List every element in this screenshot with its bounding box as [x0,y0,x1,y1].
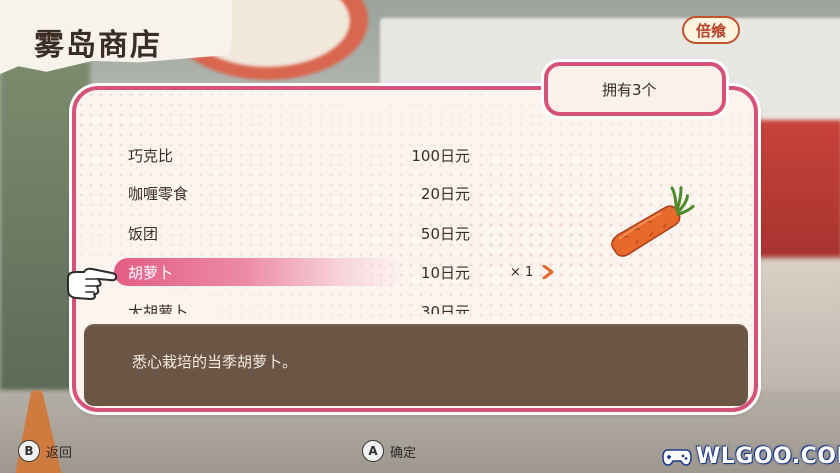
owned-count-tab: 拥有3个 [544,62,726,116]
background-stand [752,120,840,390]
hand-pointer-icon [67,267,118,300]
back-control[interactable]: B 返回 [18,440,72,462]
item-name: 巧克比 [128,146,174,165]
item-price: 100日元 [411,146,470,165]
carrot-icon [611,186,695,257]
item-list: 巧克比 100日元 咖喱零食 20日元 饭团 50日元 胡萝卜 10日元 × 1… [112,136,582,314]
confirm-control[interactable]: A 确定 [362,440,416,462]
item-price: 30日元 [420,302,470,315]
list-item-curry-snack[interactable]: 咖喱零食 20日元 [112,178,582,208]
list-item-big-carrot[interactable]: 大胡萝卜 30日元 [112,296,582,315]
watermark: WLGOO.COM [662,444,840,469]
item-price: 20日元 [420,184,470,203]
list-item-carrot[interactable]: 胡萝卜 10日元 × 1 [112,257,582,287]
confirm-label: 确定 [390,445,417,461]
item-price: 10日元 [420,263,470,282]
back-label: 返回 [46,445,73,461]
item-name: 胡萝卜 [128,263,174,282]
chevron-right-icon[interactable] [542,265,554,279]
item-price: 50日元 [420,224,470,243]
shop-title: 雾岛商店 [34,28,162,63]
item-name: 大胡萝卜 [128,302,189,315]
description-box: 悉心栽培的当季胡萝卜。 [84,324,748,406]
item-name: 饭团 [128,224,159,243]
item-name: 咖喱零食 [128,184,189,203]
watermark-text: WLGOO.COM [696,444,840,469]
description-text: 悉心栽培的当季胡萝卜。 [132,353,298,371]
a-button-icon: A [362,440,384,462]
b-button-icon: B [18,440,40,462]
list-item-chocobi[interactable]: 巧克比 100日元 [112,140,582,170]
item-quantity: × 1 [510,264,534,280]
gamepad-icon [662,448,692,466]
currency-badge: 倍飨 [682,16,740,44]
list-item-rice-ball[interactable]: 饭团 50日元 [112,218,582,248]
owned-count-label: 拥有3个 [602,80,657,99]
